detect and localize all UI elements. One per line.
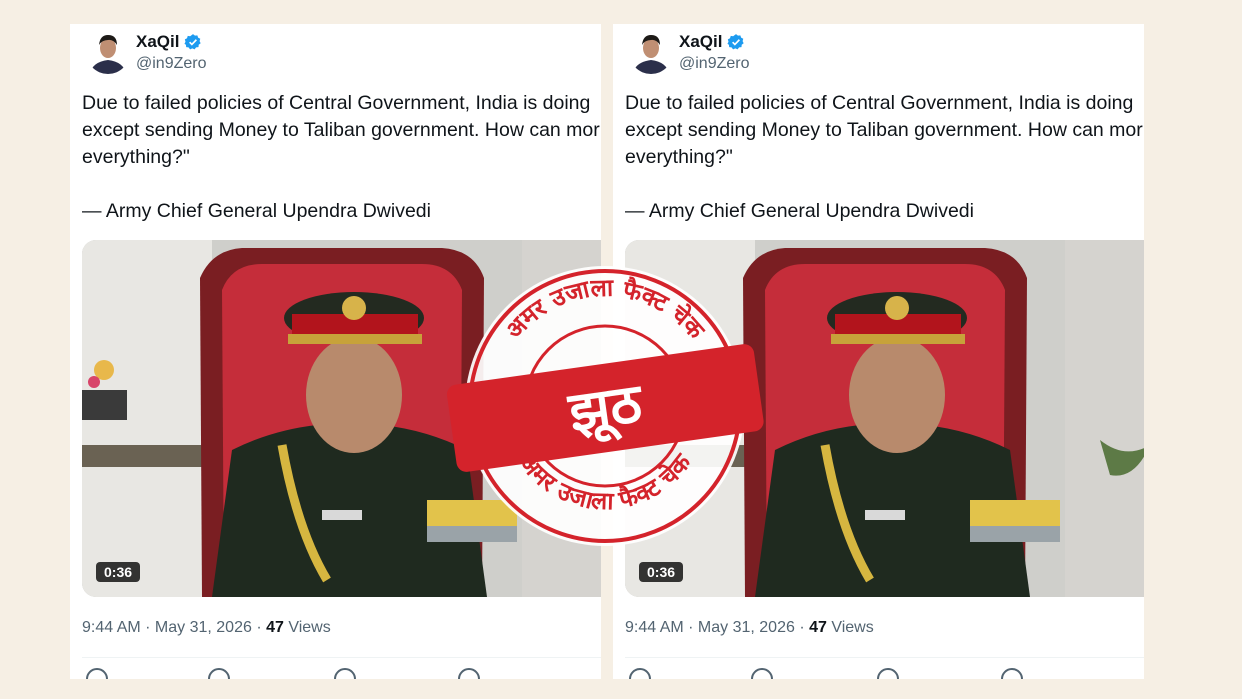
author-handle[interactable]: @in9Zero xyxy=(679,55,750,73)
tweet-attribution: — Army Chief General Upendra Dwivedi xyxy=(625,200,974,222)
reply-icon[interactable] xyxy=(629,668,651,679)
bookmark-icon[interactable] xyxy=(1001,668,1023,679)
action-bar xyxy=(82,668,601,679)
fact-check-stamp: अमर उजाला फैक्ट चेक अमर उजाला फैक्ट चेक … xyxy=(440,256,770,556)
avatar[interactable] xyxy=(86,30,130,74)
tweet-metadata: 9:44 AM · May 31, 2026 · 47 Views xyxy=(82,619,331,636)
tweet-text-line: everything?" xyxy=(625,146,733,168)
like-icon[interactable] xyxy=(334,668,356,679)
retweet-icon[interactable] xyxy=(751,668,773,679)
avatar-image xyxy=(86,30,130,74)
tweet-date[interactable]: May 31, 2026 xyxy=(155,619,252,636)
tweet-text-line: except sending Money to Taliban governme… xyxy=(625,119,1143,141)
author-handle[interactable]: @in9Zero xyxy=(136,55,207,73)
tweet-time[interactable]: 9:44 AM xyxy=(82,619,141,636)
action-bar xyxy=(625,668,1144,679)
tweet-text-line: Due to failed policies of Central Govern… xyxy=(625,92,1134,114)
views-label: Views xyxy=(831,619,874,636)
video-duration: 0:36 xyxy=(639,562,684,582)
like-icon[interactable] xyxy=(877,668,899,679)
tweet-text-line: everything?" xyxy=(82,146,190,168)
tweet-text: Due to failed policies of Central Govern… xyxy=(625,90,1144,225)
retweet-icon[interactable] xyxy=(208,668,230,679)
tweet-text-line: except sending Money to Taliban governme… xyxy=(82,119,600,141)
tweet-time[interactable]: 9:44 AM xyxy=(625,619,684,636)
views-count: 47 xyxy=(809,619,827,636)
tweet-attribution: — Army Chief General Upendra Dwivedi xyxy=(82,200,431,222)
reply-icon[interactable] xyxy=(86,668,108,679)
author-name[interactable]: XaQil xyxy=(679,32,722,52)
tweet-text: Due to failed policies of Central Govern… xyxy=(82,90,601,225)
avatar[interactable] xyxy=(629,30,673,74)
avatar-image xyxy=(629,30,673,74)
bookmark-icon[interactable] xyxy=(458,668,480,679)
video-duration: 0:36 xyxy=(96,562,141,582)
verified-badge-icon xyxy=(727,34,745,50)
author-name[interactable]: XaQil xyxy=(136,32,179,52)
divider xyxy=(625,657,1144,658)
tweet-date[interactable]: May 31, 2026 xyxy=(698,619,795,636)
tweet-metadata: 9:44 AM · May 31, 2026 · 47 Views xyxy=(625,619,874,636)
divider xyxy=(82,657,601,658)
views-count: 47 xyxy=(266,619,284,636)
tweet-text-line: Due to failed policies of Central Govern… xyxy=(82,92,591,114)
verified-badge-icon xyxy=(184,34,202,50)
views-label: Views xyxy=(288,619,331,636)
